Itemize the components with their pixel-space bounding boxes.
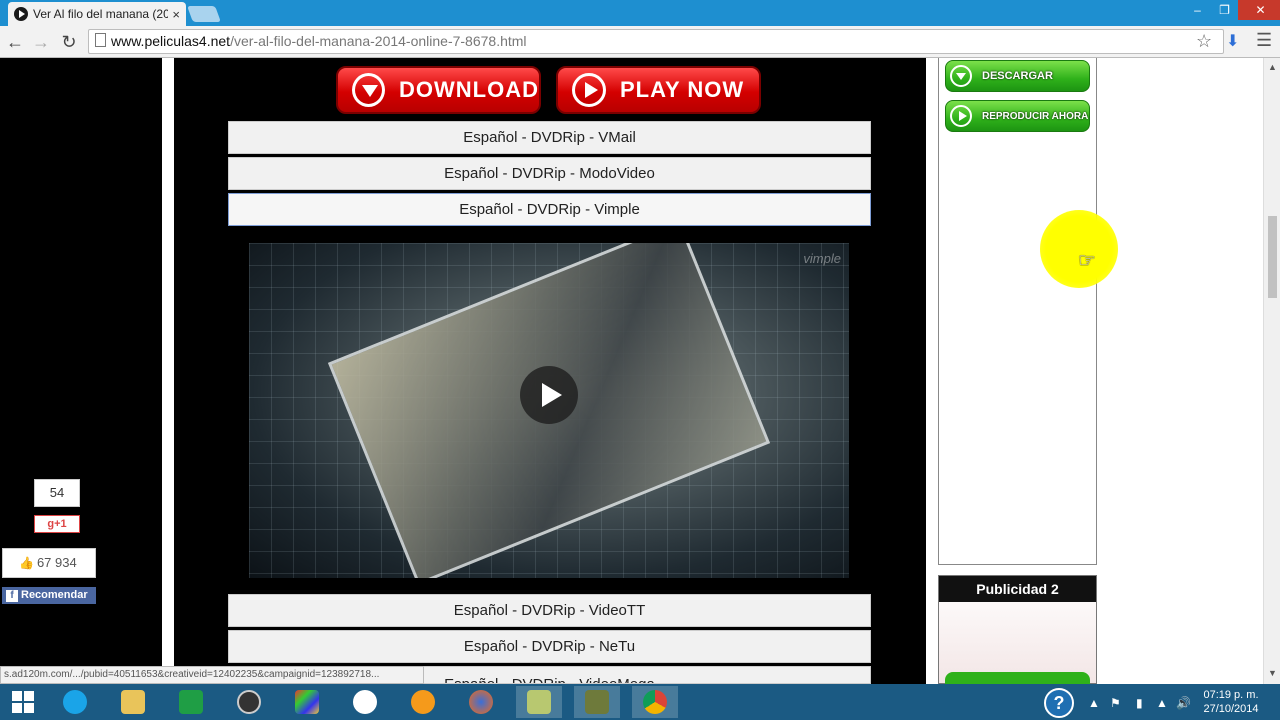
hand-cursor-icon: ☞ [1078, 250, 1096, 272]
play-now-label: PLAY NOW [620, 77, 745, 102]
descargar-label: DESCARGAR [982, 70, 1053, 82]
download-arrow-icon[interactable]: ⬇ [1226, 31, 1239, 51]
url-path: /ver-al-filo-del-manana-2014-online-7-86… [230, 33, 527, 49]
taskbar-excel[interactable] [168, 686, 214, 718]
close-window-button[interactable]: ✕ [1238, 0, 1280, 20]
help-icon[interactable]: ? [1044, 688, 1074, 718]
taskbar-media[interactable] [226, 686, 272, 718]
download-label: DOWNLOAD [399, 77, 539, 102]
facebook-recommend-button[interactable]: f Recomendar [2, 587, 96, 604]
ad-box: Publicidad 2 [938, 575, 1097, 686]
gplus-button[interactable]: g+1 [34, 515, 80, 533]
facebook-icon: f [6, 590, 18, 602]
minimize-button[interactable]: – [1184, 0, 1211, 20]
menu-icon[interactable]: ☰ [1256, 30, 1272, 51]
download-button[interactable]: DOWNLOAD [336, 66, 541, 114]
download-circle-icon [950, 65, 972, 87]
video-play-icon[interactable] [520, 366, 578, 424]
clock-time: 07:19 p. m. [1203, 689, 1259, 701]
tab-bar: Ver Al filo del manana (20 × – ❐ ✕ [0, 0, 1280, 26]
volume-icon[interactable]: 🔊 [1176, 696, 1191, 710]
orange-app-icon [411, 690, 435, 714]
sidebar-box [938, 58, 1097, 565]
system-clock[interactable]: 07:19 p. m. 27/10/2014 [1196, 688, 1266, 716]
taskbar-chrome[interactable] [632, 686, 678, 718]
notes-app-icon [527, 690, 551, 714]
page-icon [95, 33, 106, 47]
like-count: 67 934 [36, 555, 77, 570]
clock-date: 27/10/2014 [1203, 703, 1259, 715]
taskbar-tool[interactable] [574, 686, 620, 718]
address-bar[interactable]: www.peliculas4.net/ver-al-filo-del-manan… [88, 29, 1224, 54]
taskbar-hp[interactable] [342, 686, 388, 718]
browser-toolbar: ← → ↻ www.peliculas4.net/ver-al-filo-del… [0, 26, 1280, 58]
download-circle-icon [352, 73, 386, 107]
hp-icon [353, 690, 377, 714]
media-app-icon [237, 690, 261, 714]
server-item-videott[interactable]: Español - DVDRip - VideoTT [228, 594, 871, 627]
start-button[interactable] [0, 686, 46, 718]
excel-icon [179, 690, 203, 714]
share-count-badge: 54 [34, 479, 80, 507]
recommend-label: Recomendar [21, 589, 88, 601]
taskbar-orange-app[interactable] [400, 686, 446, 718]
scroll-up-icon[interactable]: ▲ [1268, 62, 1277, 72]
taskbar-explorer[interactable] [110, 686, 156, 718]
thumbs-up-icon: 👍 [19, 556, 34, 570]
status-url: s.ad120m.com/.../pubid=40511653&creative… [0, 666, 424, 684]
ad-title: Publicidad 2 [939, 576, 1096, 602]
internet-explorer-icon [63, 690, 87, 714]
scroll-down-icon[interactable]: ▼ [1268, 668, 1277, 678]
site-favicon-icon [14, 7, 28, 21]
reload-icon[interactable]: ↻ [58, 31, 80, 53]
scroll-thumb[interactable] [1268, 216, 1277, 298]
browser-tab[interactable]: Ver Al filo del manana (20 × [8, 2, 186, 26]
play-circle-icon [572, 73, 606, 107]
taskbar-firefox[interactable] [458, 686, 504, 718]
page-scrollbar[interactable]: ▲ ▼ [1263, 58, 1280, 684]
play-circle-icon [950, 105, 972, 127]
taskbar-ie[interactable] [52, 686, 98, 718]
descargar-button[interactable]: DESCARGAR [945, 60, 1090, 92]
firefox-icon [469, 690, 493, 714]
window-controls: – ❐ ✕ [1184, 0, 1280, 20]
server-item-vimple[interactable]: Español - DVDRip - Vimple [228, 193, 871, 226]
reproducir-label: REPRODUCIR AHORA [982, 110, 1089, 122]
tool-app-icon [585, 690, 609, 714]
video-watermark: vimple [803, 251, 841, 266]
show-hidden-icons[interactable]: ▲ [1088, 696, 1100, 710]
windows-logo-icon [12, 691, 34, 713]
facebook-like-count: 👍 67 934 [2, 548, 96, 578]
tab-close-icon[interactable]: × [172, 7, 180, 22]
forward-arrow-icon[interactable]: → [30, 31, 52, 53]
bookmark-star-icon[interactable]: ☆ [1196, 31, 1212, 52]
back-arrow-icon[interactable]: ← [4, 31, 26, 53]
reproducir-ahora-button[interactable]: REPRODUCIR AHORA [945, 100, 1090, 132]
photo-app-icon [295, 690, 319, 714]
battery-icon[interactable]: ▮ [1136, 696, 1143, 710]
folder-icon [121, 690, 145, 714]
url-domain: www.peliculas4.net [111, 33, 231, 49]
server-item-netu[interactable]: Español - DVDRip - NeTu [228, 630, 871, 663]
flag-icon[interactable]: ⚑ [1110, 696, 1121, 710]
server-item-modovideo[interactable]: Español - DVDRip - ModoVideo [228, 157, 871, 190]
video-player[interactable]: vimple [249, 243, 849, 578]
play-now-button[interactable]: PLAY NOW [556, 66, 761, 114]
server-item-vmail[interactable]: Español - DVDRip - VMail [228, 121, 871, 154]
taskbar-photos[interactable] [284, 686, 330, 718]
chrome-icon [643, 690, 667, 714]
tab-title: Ver Al filo del manana (20 [33, 7, 169, 21]
new-tab-button[interactable] [187, 6, 221, 22]
taskbar-notes[interactable] [516, 686, 562, 718]
network-icon[interactable]: ▲ [1156, 696, 1168, 710]
restore-button[interactable]: ❐ [1211, 0, 1238, 20]
